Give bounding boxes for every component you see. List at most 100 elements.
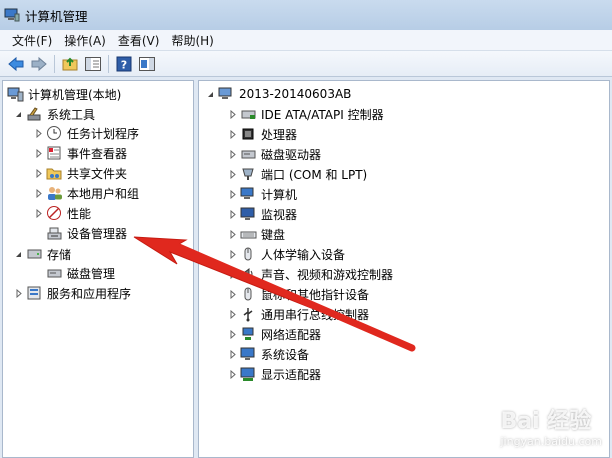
- tree-item-label: 设备管理器: [67, 226, 128, 241]
- toolbar: ?: [0, 51, 612, 77]
- expand-arrow-icon[interactable]: [227, 129, 237, 139]
- device-category-row[interactable]: 键盘: [227, 224, 285, 244]
- computer-management-icon: [7, 86, 24, 102]
- up-folder-icon[interactable]: [60, 54, 80, 74]
- hid-icon: [240, 246, 257, 262]
- users-icon: [46, 185, 63, 201]
- device-category-row[interactable]: 处理器: [227, 124, 297, 144]
- network-adapter-icon: [240, 326, 257, 342]
- menu-bar: 文件(F) 操作(A) 查看(V) 帮助(H): [0, 30, 612, 51]
- device-category-row[interactable]: 网络适配器: [227, 324, 321, 344]
- expand-arrow-icon[interactable]: [227, 349, 237, 359]
- tree-item-storage[interactable]: 存储: [13, 244, 71, 264]
- device-category-row[interactable]: 鼠标和其他指针设备: [227, 284, 369, 304]
- device-list-pane[interactable]: 2013-20140603AB IDE ATA/ATAPI 控制器 处理器磁盘驱动…: [198, 80, 610, 458]
- device-category-row[interactable]: 计算机: [227, 184, 297, 204]
- expand-arrow-icon[interactable]: [33, 208, 43, 218]
- ide-controller-icon: [240, 106, 257, 122]
- port-icon: [240, 166, 257, 182]
- storage-icon: [26, 246, 43, 262]
- expand-arrow-icon[interactable]: [227, 329, 237, 339]
- tree-item-task-scheduler[interactable]: 任务计划程序: [33, 123, 139, 143]
- watermark-sub: jingyan.baidu.com: [500, 435, 602, 448]
- device-category-label: 端口 (COM 和 LPT): [261, 167, 368, 182]
- tree-item-label: 任务计划程序: [67, 126, 140, 141]
- device-category-label: 声音、视频和游戏控制器: [261, 267, 394, 282]
- expand-arrow-icon[interactable]: [227, 229, 237, 239]
- properties-pane-icon[interactable]: [137, 54, 157, 74]
- device-category-row[interactable]: 声音、视频和游戏控制器: [227, 264, 393, 284]
- mouse-icon: [240, 286, 257, 302]
- expand-arrow-icon[interactable]: [227, 209, 237, 219]
- tree-item-label: 服务和应用程序: [47, 286, 132, 301]
- shared-folder-icon: [46, 165, 63, 181]
- tree-item-device-manager[interactable]: 设备管理器: [46, 223, 127, 243]
- tree-item-shared-folders[interactable]: 共享文件夹: [33, 163, 127, 183]
- expand-arrow-icon[interactable]: [33, 128, 43, 138]
- disk-drive-icon: [240, 146, 257, 162]
- expand-arrow-icon[interactable]: [227, 269, 237, 279]
- device-category-row[interactable]: 磁盘驱动器: [227, 144, 321, 164]
- menu-view[interactable]: 查看(V): [112, 32, 166, 49]
- expand-arrow-icon[interactable]: [227, 309, 237, 319]
- event-viewer-icon: [46, 145, 63, 161]
- collapse-arrow-icon[interactable]: [13, 109, 23, 119]
- watermark-text: Bai 经验: [500, 409, 592, 434]
- device-category-row[interactable]: 显示适配器: [227, 364, 321, 384]
- tree-item-label: 共享文件夹: [67, 166, 128, 181]
- toolbar-separator: [108, 54, 109, 73]
- system-device-icon: [240, 346, 257, 362]
- device-category-row[interactable]: IDE ATA/ATAPI 控制器: [227, 104, 384, 124]
- tree-item-disk-management[interactable]: 磁盘管理: [46, 263, 115, 283]
- expand-arrow-icon[interactable]: [33, 188, 43, 198]
- device-category-label: 监视器: [261, 207, 298, 222]
- expand-arrow-icon[interactable]: [227, 369, 237, 379]
- expand-arrow-icon[interactable]: [33, 168, 43, 178]
- device-manager-icon: [46, 225, 63, 241]
- show-hide-tree-icon[interactable]: [83, 54, 103, 74]
- tree-item-system-tools[interactable]: 系统工具: [13, 104, 95, 124]
- tree-item-label: 事件查看器: [67, 146, 128, 161]
- tree-item-label: 存储: [47, 247, 72, 262]
- collapse-arrow-icon[interactable]: [205, 89, 215, 99]
- computer-icon: [218, 86, 235, 102]
- expand-arrow-icon[interactable]: [227, 249, 237, 259]
- disk-management-icon: [46, 265, 63, 281]
- expand-arrow-icon[interactable]: [227, 289, 237, 299]
- forward-icon[interactable]: [29, 54, 49, 74]
- tree-item-event-viewer[interactable]: 事件查看器: [33, 143, 127, 163]
- menu-action[interactable]: 操作(A): [58, 32, 112, 49]
- expand-arrow-icon[interactable]: [227, 149, 237, 159]
- services-icon: [26, 285, 43, 301]
- device-category-row[interactable]: 系统设备: [227, 344, 309, 364]
- menu-file[interactable]: 文件(F): [6, 32, 58, 49]
- tree-item-label: 性能: [67, 206, 92, 221]
- collapse-arrow-icon[interactable]: [13, 249, 23, 259]
- help-icon[interactable]: ?: [114, 54, 134, 74]
- tree-item-label: 本地用户和组: [67, 186, 140, 201]
- tree-item-root[interactable]: 计算机管理(本地): [7, 84, 121, 104]
- tree-item-services-apps[interactable]: 服务和应用程序: [13, 283, 131, 303]
- device-category-row[interactable]: 通用串行总线控制器: [227, 304, 369, 324]
- expand-arrow-icon[interactable]: [227, 169, 237, 179]
- processor-icon: [240, 126, 257, 142]
- expand-arrow-icon[interactable]: [227, 189, 237, 199]
- device-category-label: 人体学输入设备: [261, 247, 346, 262]
- expand-arrow-icon[interactable]: [227, 109, 237, 119]
- computer-management-icon: [4, 8, 20, 22]
- tree-item-local-users[interactable]: 本地用户和组: [33, 183, 139, 203]
- device-category-row[interactable]: 监视器: [227, 204, 297, 224]
- console-tree-pane[interactable]: 计算机管理(本地) 系统工具 任务计划程序 事件查看器 共享文件夹 本地用户和组…: [2, 80, 194, 458]
- svg-text:?: ?: [121, 58, 127, 71]
- expand-arrow-icon[interactable]: [33, 148, 43, 158]
- device-category-label: 磁盘驱动器: [261, 147, 322, 162]
- menu-help[interactable]: 帮助(H): [165, 32, 219, 49]
- tree-item-label: 系统工具: [47, 107, 96, 122]
- device-category-row[interactable]: 人体学输入设备: [227, 244, 345, 264]
- tree-item-performance[interactable]: 性能: [33, 203, 91, 223]
- back-icon[interactable]: [6, 54, 26, 74]
- device-category-row[interactable]: 端口 (COM 和 LPT): [227, 164, 367, 184]
- expand-arrow-icon[interactable]: [13, 288, 23, 298]
- device-root-computer[interactable]: 2013-20140603AB: [205, 84, 351, 104]
- device-category-label: 通用串行总线控制器: [261, 307, 370, 322]
